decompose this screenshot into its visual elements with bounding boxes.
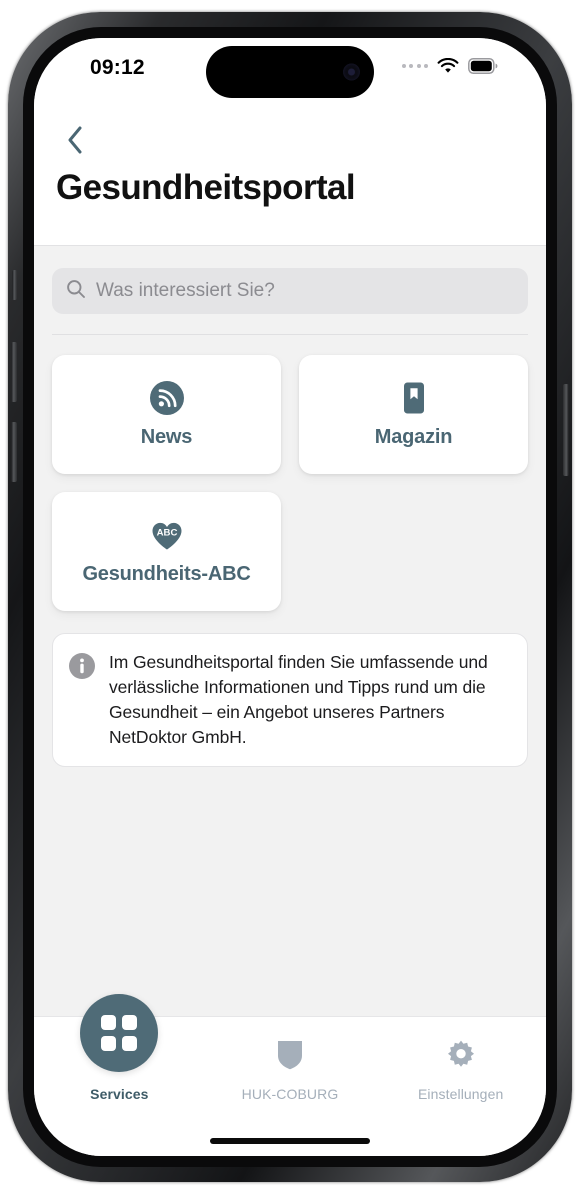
tile-news[interactable]: News [52,355,281,474]
tile-magazin[interactable]: Magazin [299,355,528,474]
tile-label: News [140,426,193,449]
phone-screen: 09:12 Gesundheitsportal Was interessiert… [34,38,546,1156]
silent-switch[interactable] [12,270,17,300]
search-icon [66,279,86,304]
tab-label: HUK-COBURG [241,1086,339,1102]
phone-frame: 09:12 Gesundheitsportal Was interessiert… [8,12,572,1182]
info-icon [68,652,96,749]
content-area: Was interessiert Sie? News Magazin ABC G… [34,246,546,1016]
signal-dots-icon [401,64,428,68]
tab-label: Services [90,1086,149,1102]
tab-huk-coburg[interactable]: HUK-COBURG [205,1033,376,1102]
front-camera-icon [343,63,360,81]
screenshot-stage: 09:12 Gesundheitsportal Was interessiert… [0,0,580,1193]
tab-label: Einstellungen [417,1086,504,1102]
shield-icon [275,1033,305,1077]
status-time: 09:12 [90,56,145,79]
tile-label: Magazin [374,426,453,449]
search-input[interactable]: Was interessiert Sie? [52,268,528,314]
tile-gesundheits-abc[interactable]: ABC Gesundheits-ABC [52,492,281,611]
power-button[interactable] [563,384,569,476]
wifi-icon [437,58,459,74]
search-section: Was interessiert Sie? [34,246,546,314]
gear-icon [444,1033,478,1077]
home-indicator[interactable] [210,1138,370,1144]
battery-icon [468,58,498,74]
info-box: Im Gesundheitsportal finden Sie umfassen… [52,633,528,768]
info-box-text: Im Gesundheitsportal finden Sie umfassen… [109,652,488,747]
svg-text:ABC: ABC [156,528,177,539]
heart-abc-icon: ABC [148,516,186,554]
tile-label: Gesundheits-ABC [82,563,251,586]
tab-einstellungen[interactable]: Einstellungen [375,1033,546,1102]
status-bar: 09:12 [34,38,546,100]
dynamic-island [206,46,374,98]
volume-down-button[interactable] [11,422,17,482]
volume-up-button[interactable] [11,342,17,402]
back-button[interactable] [52,120,96,160]
page-title: Gesundheitsportal [56,168,356,207]
tab-services[interactable]: Services [34,994,205,1102]
status-indicators [401,58,499,74]
rss-icon [148,379,186,417]
grid-icon [80,994,159,1072]
book-bookmark-icon [395,379,433,417]
tab-bar: Services HUK-COBURG Einstellungen [34,994,546,1156]
tile-grid: News Magazin ABC Gesundheits-ABC [34,335,546,611]
search-placeholder: Was interessiert Sie? [96,280,275,301]
chevron-left-icon [68,126,81,154]
nav-header: Gesundheitsportal [34,100,546,246]
